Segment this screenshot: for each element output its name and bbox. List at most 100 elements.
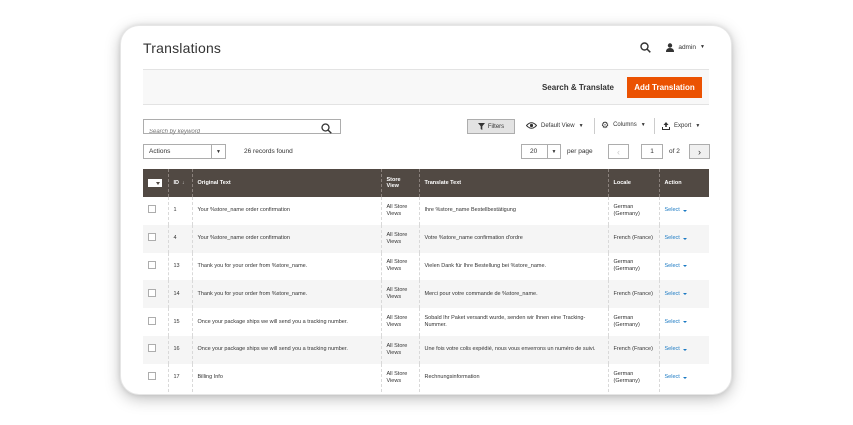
row-select-action[interactable]: Select [665,319,687,326]
mass-select-header[interactable] [143,169,169,197]
cell-translate-text: Une fois votre colis expédié, nous vous … [419,335,609,364]
cell-id: 1 [168,197,193,225]
table-row: 16 Once your package ships we will send y… [143,335,709,364]
cell-action: Select [659,252,709,281]
export-label: Export [674,123,692,129]
previous-page-button[interactable]: ‹ [608,144,629,159]
select-label: Select [664,318,680,325]
row-checkbox-cell[interactable] [143,252,169,281]
per-page-value: 20 [530,148,538,155]
cell-original-text: Thank you for your order from %store_nam… [192,252,382,281]
page-title: Translations [143,40,222,56]
user-icon [666,42,675,52]
cell-id: 17 [168,363,193,392]
cell-action: Select [659,363,709,392]
cell-store-view: All Store Views [381,252,420,281]
row-checkbox-cell[interactable] [143,308,169,336]
cell-original-text: Billing Info [192,363,382,392]
column-header-action: Action [659,169,709,197]
search-icon[interactable] [638,40,652,54]
column-header-locale[interactable]: Locale [608,169,660,197]
cell-original-text: Your %store_name order confirmation [192,197,382,225]
chevron-down-icon [682,348,687,351]
cell-original-text: Once your package ships we will send you… [192,308,382,336]
user-menu[interactable]: admin ▼ [666,42,705,52]
chevron-down-icon [682,376,687,379]
row-select-action[interactable]: Select [665,291,687,298]
cell-id: 16 [168,335,193,364]
cell-translate-text: Votre %store_name confirmation d'ordre [419,224,609,253]
row-select-action[interactable]: Select [665,263,687,270]
row-checkbox[interactable] [148,316,156,325]
cell-locale: French (France) [608,280,660,309]
cell-translate-text: Merci pour votre commande de %store_name… [419,280,609,309]
table-row: 15 Once your package ships we will send y… [143,308,709,336]
row-checkbox[interactable] [148,260,156,269]
row-checkbox-cell[interactable] [143,335,169,364]
default-view-dropdown[interactable]: Default View ▼ [526,122,584,129]
export-dropdown[interactable]: Export ▼ [662,122,700,130]
chevron-down-icon: ▼ [211,145,225,158]
row-checkbox[interactable] [148,372,156,381]
row-select-action[interactable]: Select [665,346,687,353]
column-header-store-view[interactable]: Store View [381,169,420,197]
row-checkbox-cell[interactable] [143,280,169,309]
cell-translate-text: Ihre %store_name Bestellbestätigung [419,197,609,225]
cell-id: 15 [168,308,193,336]
cell-translate-text: Sobald Ihr Paket versandt wurde, senden … [419,308,609,336]
search-icon[interactable] [321,121,332,139]
mass-actions-label: Actions [149,148,171,155]
cell-original-text: Thank you for your order from %store_nam… [192,280,382,309]
cell-store-view: All Store Views [381,308,420,336]
column-header-id[interactable]: ID ↓ [168,169,193,197]
table-row: 4 Your %store_name order confirmation All … [143,224,709,253]
table-row: 1 Your %store_name order confirmation All … [143,197,709,225]
row-select-action[interactable]: Select [665,207,687,214]
cell-id: 13 [168,252,193,281]
mass-select-checkbox[interactable] [148,179,162,187]
columns-label: Columns [613,122,637,128]
cell-action: Select [659,308,709,336]
cell-locale: German (Germany) [608,308,660,336]
records-count: 26 records found [244,148,293,155]
table-row: 13 Thank you for your order from %store_n… [143,252,709,281]
translations-grid: ID ↓ Original Text Store View Translate T… [143,169,709,392]
column-header-original-text[interactable]: Original Text [192,169,382,197]
cell-id: 14 [168,280,193,309]
mass-actions-select[interactable]: Actions ▼ [143,144,226,159]
row-select-action[interactable]: Select [665,374,687,381]
cell-action: Select [659,224,709,253]
row-checkbox-cell[interactable] [143,197,169,225]
chevron-down-icon [682,237,687,240]
cell-action: Select [659,280,709,309]
search-translate-button[interactable]: Search & Translate [542,83,614,92]
search-input[interactable] [144,125,314,139]
row-checkbox[interactable] [148,205,156,214]
page-total: of 2 [669,148,680,155]
per-page-select[interactable]: 20 ▼ [521,144,561,159]
grid-body: 1 Your %store_name order confirmation All … [143,197,709,392]
gear-icon: ⚙ [601,120,610,130]
row-checkbox-cell[interactable] [143,224,169,253]
toolbar-divider [594,118,595,134]
chevron-down-icon [682,293,687,296]
column-header-translate-text[interactable]: Translate Text [419,169,609,197]
row-checkbox[interactable] [148,288,156,297]
eye-icon [526,122,537,129]
next-page-button[interactable]: › [689,144,710,159]
cell-locale: German (Germany) [608,197,660,225]
add-translation-button[interactable]: Add Translation [627,77,702,98]
row-checkbox-cell[interactable] [143,363,169,392]
sort-arrow-icon: ↓ [182,180,185,186]
row-checkbox[interactable] [148,233,156,242]
chevron-down-icon: ▼ [640,122,646,128]
page-number-input[interactable] [641,144,663,159]
default-view-label: Default View [541,122,575,129]
keyword-search [143,119,341,139]
page-actions-bar: Search & Translate Add Translation [143,69,709,105]
row-select-action[interactable]: Select [665,235,687,242]
cell-translate-text: Rechnungsinformation [419,363,609,392]
filters-button[interactable]: Filters [467,119,515,134]
columns-dropdown[interactable]: ⚙ Columns ▼ [601,120,646,130]
row-checkbox[interactable] [148,344,156,353]
